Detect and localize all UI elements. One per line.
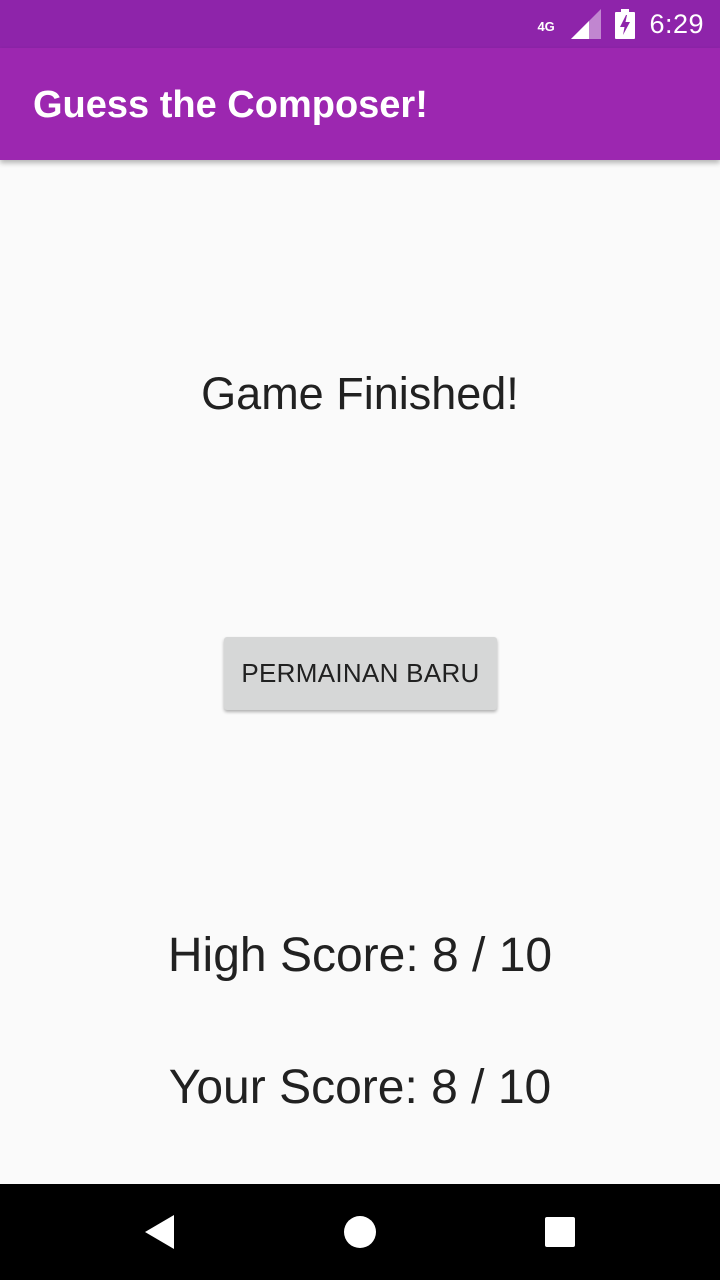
home-button[interactable] [300, 1184, 420, 1280]
app-title: Guess the Composer! [33, 84, 428, 126]
game-finished-heading: Game Finished! [201, 368, 519, 419]
home-icon [344, 1216, 376, 1248]
clock: 6:29 [649, 8, 704, 39]
new-game-button[interactable]: PERMAINAN BARU [224, 637, 497, 710]
recents-icon [545, 1217, 575, 1247]
main-content: Game Finished! PERMAINAN BARU High Score… [0, 160, 720, 1184]
high-score-text: High Score: 8 / 10 [167, 929, 553, 982]
status-icons: 4G 6:29 [537, 0, 704, 48]
network-type-label: 4G [537, 19, 555, 34]
back-button[interactable] [100, 1184, 220, 1280]
status-bar: 4G 6:29 [0, 0, 720, 48]
your-score-text: Your Score: 8 / 10 [168, 1061, 552, 1114]
battery-charging-icon [615, 9, 636, 39]
signal-icon: 4G [537, 9, 602, 39]
recents-button[interactable] [500, 1184, 620, 1280]
navigation-bar [0, 1184, 720, 1280]
back-icon [145, 1215, 174, 1249]
app-bar: Guess the Composer! [0, 48, 720, 160]
